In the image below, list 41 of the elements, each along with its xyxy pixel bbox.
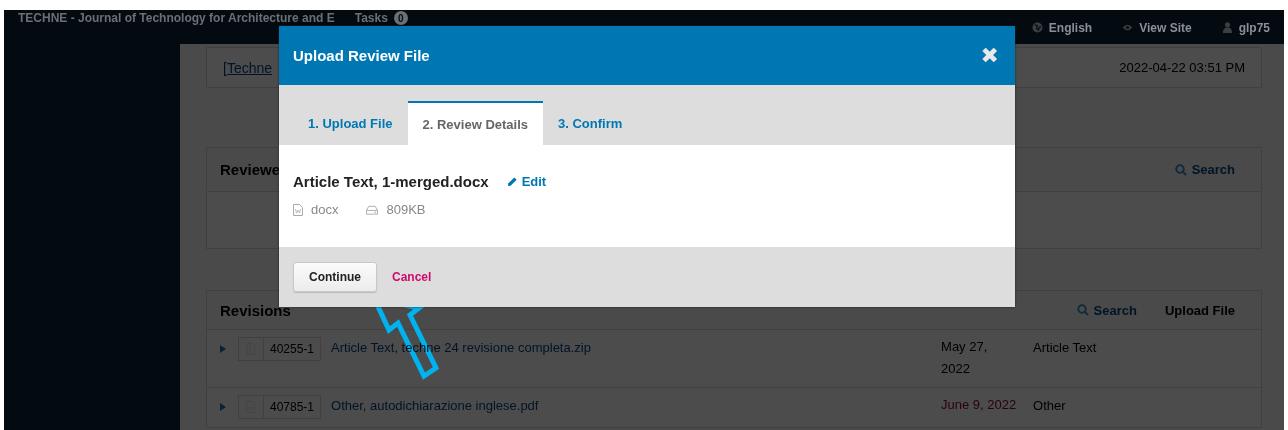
cancel-link[interactable]: Cancel — [392, 270, 432, 284]
search-link[interactable]: Search — [1076, 302, 1137, 318]
file-name: Article Text, 1-merged.docx — [293, 173, 489, 190]
file-format: docx — [311, 202, 339, 217]
file-type: Article Text — [1033, 340, 1097, 355]
file-date: June 9, 2022 — [941, 396, 1018, 414]
submission-date: 2022-04-22 03:51 PM — [1119, 60, 1245, 75]
language-link[interactable]: English — [1031, 20, 1093, 35]
step-tab[interactable]: 2. Review Details — [407, 101, 543, 145]
hard-drive-icon — [366, 204, 379, 215]
search-link[interactable]: Search — [1174, 162, 1235, 177]
task-count-badge: 0 — [393, 11, 408, 25]
file-id: 40255-1 — [264, 337, 322, 361]
eye-icon — [1122, 22, 1134, 33]
file-size: 809KB — [386, 202, 426, 217]
globe-icon — [1031, 22, 1043, 33]
file-type: Other — [1033, 398, 1066, 413]
edit-link[interactable]: Edit — [506, 174, 547, 189]
step-tab[interactable]: 1. Upload File — [293, 101, 408, 145]
dialog-title: Upload Review File — [293, 47, 430, 64]
submission-link[interactable]: [Techne — [223, 59, 273, 76]
user-icon — [1221, 22, 1233, 33]
file-link[interactable]: Other, autodichiarazione inglese.pdf — [331, 398, 942, 413]
upload-file-link[interactable]: Upload File — [1164, 302, 1235, 318]
expand-icon[interactable] — [220, 403, 226, 411]
panel-heading: Revisions — [220, 301, 291, 319]
document-icon — [293, 203, 303, 216]
step-tab[interactable]: 3. Confirm — [543, 101, 638, 145]
site-title[interactable]: TECHNE - Journal of Technology for Architecture and E — [18, 11, 335, 25]
expand-icon[interactable] — [220, 345, 226, 353]
search-icon — [1076, 304, 1089, 316]
pencil-icon — [506, 176, 518, 187]
close-button[interactable]: ✖ — [980, 43, 999, 68]
file-id: 40785-1 — [264, 395, 322, 419]
search-icon — [1174, 163, 1187, 176]
view-site-link[interactable]: View Site — [1122, 20, 1192, 35]
panel-heading: Reviewe — [220, 161, 281, 178]
user-menu-link[interactable]: glp75 — [1221, 20, 1270, 35]
continue-button[interactable]: Continue — [293, 262, 377, 292]
file-date: May 27, 2022 — [941, 338, 989, 378]
tasks-link[interactable]: Tasks — [354, 11, 388, 25]
